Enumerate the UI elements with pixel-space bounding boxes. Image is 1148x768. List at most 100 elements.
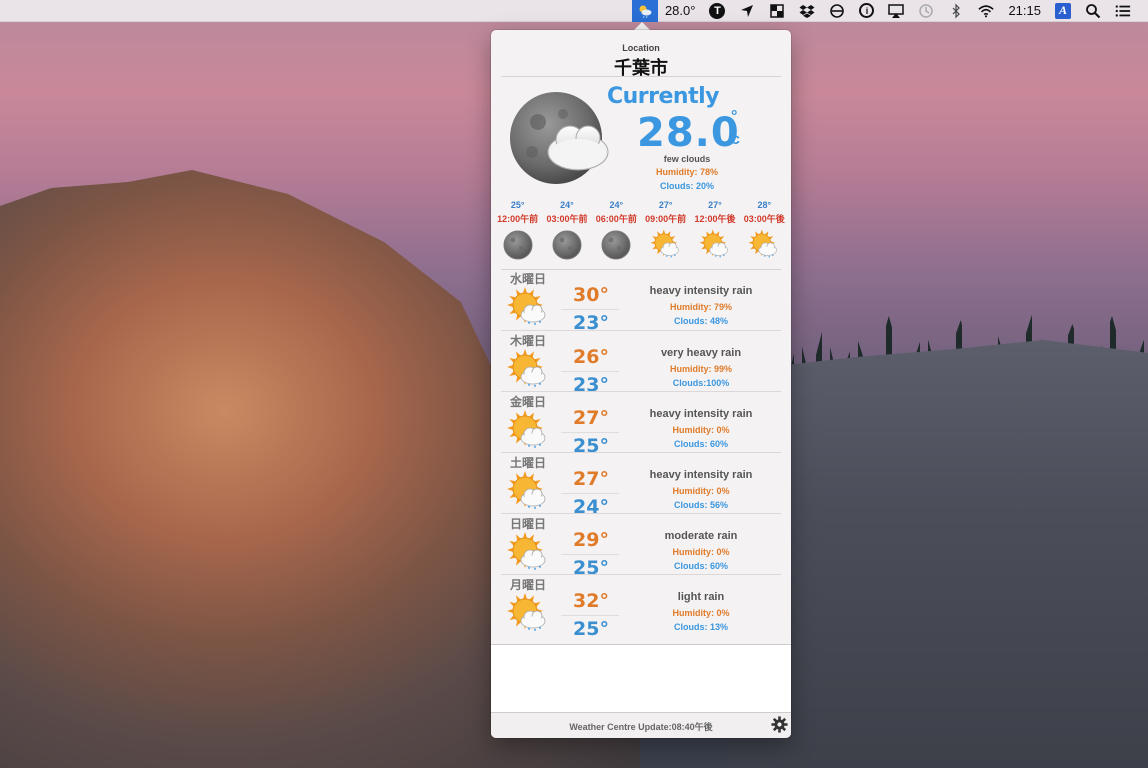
daily-row: 土曜日 27° 24° heavy intensity rain Humidity: 0… [501, 452, 781, 518]
weather-menu-icon[interactable] [631, 0, 658, 22]
daily-row: 月曜日 32° 25° light rain Humidity: 0% Clouds: 1… [501, 574, 781, 640]
day-clouds: Clouds: 60% [673, 439, 728, 449]
day-high-temp: 27° [573, 468, 609, 490]
day-humidity: Humidity: 0% [672, 486, 730, 496]
divider [561, 554, 619, 555]
hourly-time: 09:00午前 [645, 214, 687, 224]
divider [501, 76, 781, 77]
sun-cloud-rain-icon [698, 226, 732, 267]
update-status: Weather Centre Update:08:40午後 [569, 722, 713, 732]
current-unit: c [731, 131, 740, 148]
hourly-item: 25° 12:00午前 [493, 200, 542, 268]
sun-cloud-rain-icon [505, 347, 551, 393]
day-description: heavy intensity rain [649, 469, 753, 481]
sun-cloud-rain-icon [505, 408, 551, 454]
wifi-icon[interactable] [971, 0, 1001, 22]
footer-bar: Weather Centre Update:08:40午後 [491, 712, 791, 738]
hourly-item: 24° 06:00午前 [592, 200, 641, 268]
sync-icon[interactable] [822, 0, 852, 22]
airplay-icon[interactable] [881, 0, 911, 22]
day-high-temp: 29° [573, 529, 609, 551]
day-description: light rain [677, 591, 725, 603]
time-machine-icon[interactable] [911, 0, 941, 22]
day-high-temp: 27° [573, 407, 609, 429]
day-description: moderate rain [664, 530, 738, 542]
currently-label: Currently [607, 84, 720, 109]
day-humidity: Humidity: 0% [672, 425, 730, 435]
current-description: few clouds [663, 154, 711, 164]
day-humidity: Humidity: 0% [672, 608, 730, 618]
sun-cloud-rain-icon [505, 591, 551, 637]
hourly-time: 03:00午前 [546, 214, 588, 224]
bluetooth-icon[interactable] [941, 0, 971, 22]
day-humidity: Humidity: 0% [672, 547, 730, 557]
hourly-item: 27° 09:00午前 [641, 200, 690, 268]
moon-cloud-icon [510, 92, 609, 184]
spotlight-icon[interactable] [1078, 0, 1108, 22]
hourly-temp: 28° [757, 200, 772, 210]
hourly-time: 03:00午後 [743, 214, 785, 224]
day-high-temp: 32° [573, 590, 609, 612]
day-description: heavy intensity rain [649, 408, 753, 420]
current-temperature: 28.0 [637, 110, 740, 156]
sun-cloud-rain-icon [505, 530, 551, 576]
hourly-item: 27° 12:00午後 [690, 200, 739, 268]
daily-row: 木曜日 26° 23° very heavy rain Humidity: 99% Clo… [501, 330, 781, 396]
day-low-temp: 25° [573, 618, 609, 640]
hourly-temp: 24° [609, 200, 624, 210]
daily-row: 水曜日 30° 23° heavy intensity rain Humidity: 7… [491, 269, 791, 334]
popover-arrow [634, 22, 650, 30]
day-clouds: Clouds: 13% [673, 622, 728, 632]
menu-bar: 28.0° T i 21:15 A [0, 0, 1148, 22]
hourly-temp: 25° [510, 200, 525, 210]
day-clouds: Clouds: 48% [673, 316, 728, 326]
location-arrow-icon[interactable] [732, 0, 762, 22]
hourly-time: 06:00午前 [595, 214, 637, 224]
sun-cloud-rain-icon [747, 226, 781, 267]
typinator-icon[interactable]: T [702, 0, 732, 22]
empty-area [491, 644, 791, 712]
day-humidity: Humidity: 99% [669, 364, 732, 374]
input-source-icon[interactable]: A [1048, 0, 1078, 22]
weather-popover: Location 千葉市 Currently 28.0 ° c few clou… [491, 30, 791, 738]
hourly-time: 12:00午前 [497, 214, 539, 224]
divider [561, 615, 619, 616]
divider [561, 309, 619, 310]
day-humidity: Humidity: 79% [669, 302, 732, 312]
weather-menu-temp[interactable]: 28.0° [658, 0, 703, 22]
sun-cloud-rain-icon [649, 226, 683, 267]
daily-row: 金曜日 27° 25° heavy intensity rain Humidity: 0… [501, 391, 781, 457]
divider [561, 493, 619, 494]
window-icon[interactable] [762, 0, 792, 22]
daily-row: 日曜日 29° 25° moderate rain Humidity: 0% Clouds… [501, 513, 781, 579]
sun-cloud-rain-icon [505, 469, 551, 515]
location-label: Location [622, 43, 660, 53]
hourly-forecast: 25° 12:00午前 24° 03:00午前 24° 06:00午前 27° 09:00午前… [493, 200, 789, 268]
day-high-temp: 26° [573, 346, 609, 368]
sun-cloud-rain-icon [505, 285, 551, 331]
notification-center-icon[interactable] [1108, 0, 1138, 22]
hourly-temp: 27° [658, 200, 673, 210]
current-humidity: Humidity: 78% [655, 167, 718, 177]
day-clouds: Clouds:100% [672, 378, 730, 388]
moon-icon [501, 226, 535, 267]
hourly-time: 12:00午後 [694, 214, 736, 224]
current-clouds: Clouds: 20% [659, 181, 714, 191]
divider [561, 371, 619, 372]
day-clouds: Clouds: 60% [673, 561, 728, 571]
moon-icon [599, 226, 633, 267]
clock[interactable]: 21:15 [1001, 0, 1048, 22]
hourly-temp: 24° [560, 200, 574, 210]
hourly-item: 24° 03:00午前 [542, 200, 591, 268]
desktop-wallpaper-ridge [728, 340, 1148, 768]
current-degree-symbol: ° [731, 108, 738, 125]
moon-icon [550, 226, 584, 267]
daily-forecast: 水曜日 30° 23° heavy intensity rain Humidity: 7… [491, 269, 791, 640]
day-description: very heavy rain [660, 347, 742, 359]
day-clouds: Clouds: 56% [673, 500, 728, 510]
info-icon[interactable]: i [852, 0, 881, 22]
hourly-item: 28° 03:00午後 [740, 200, 789, 268]
gear-icon[interactable] [771, 716, 788, 733]
hourly-temp: 27° [708, 200, 722, 210]
dropbox-icon[interactable] [792, 0, 822, 22]
